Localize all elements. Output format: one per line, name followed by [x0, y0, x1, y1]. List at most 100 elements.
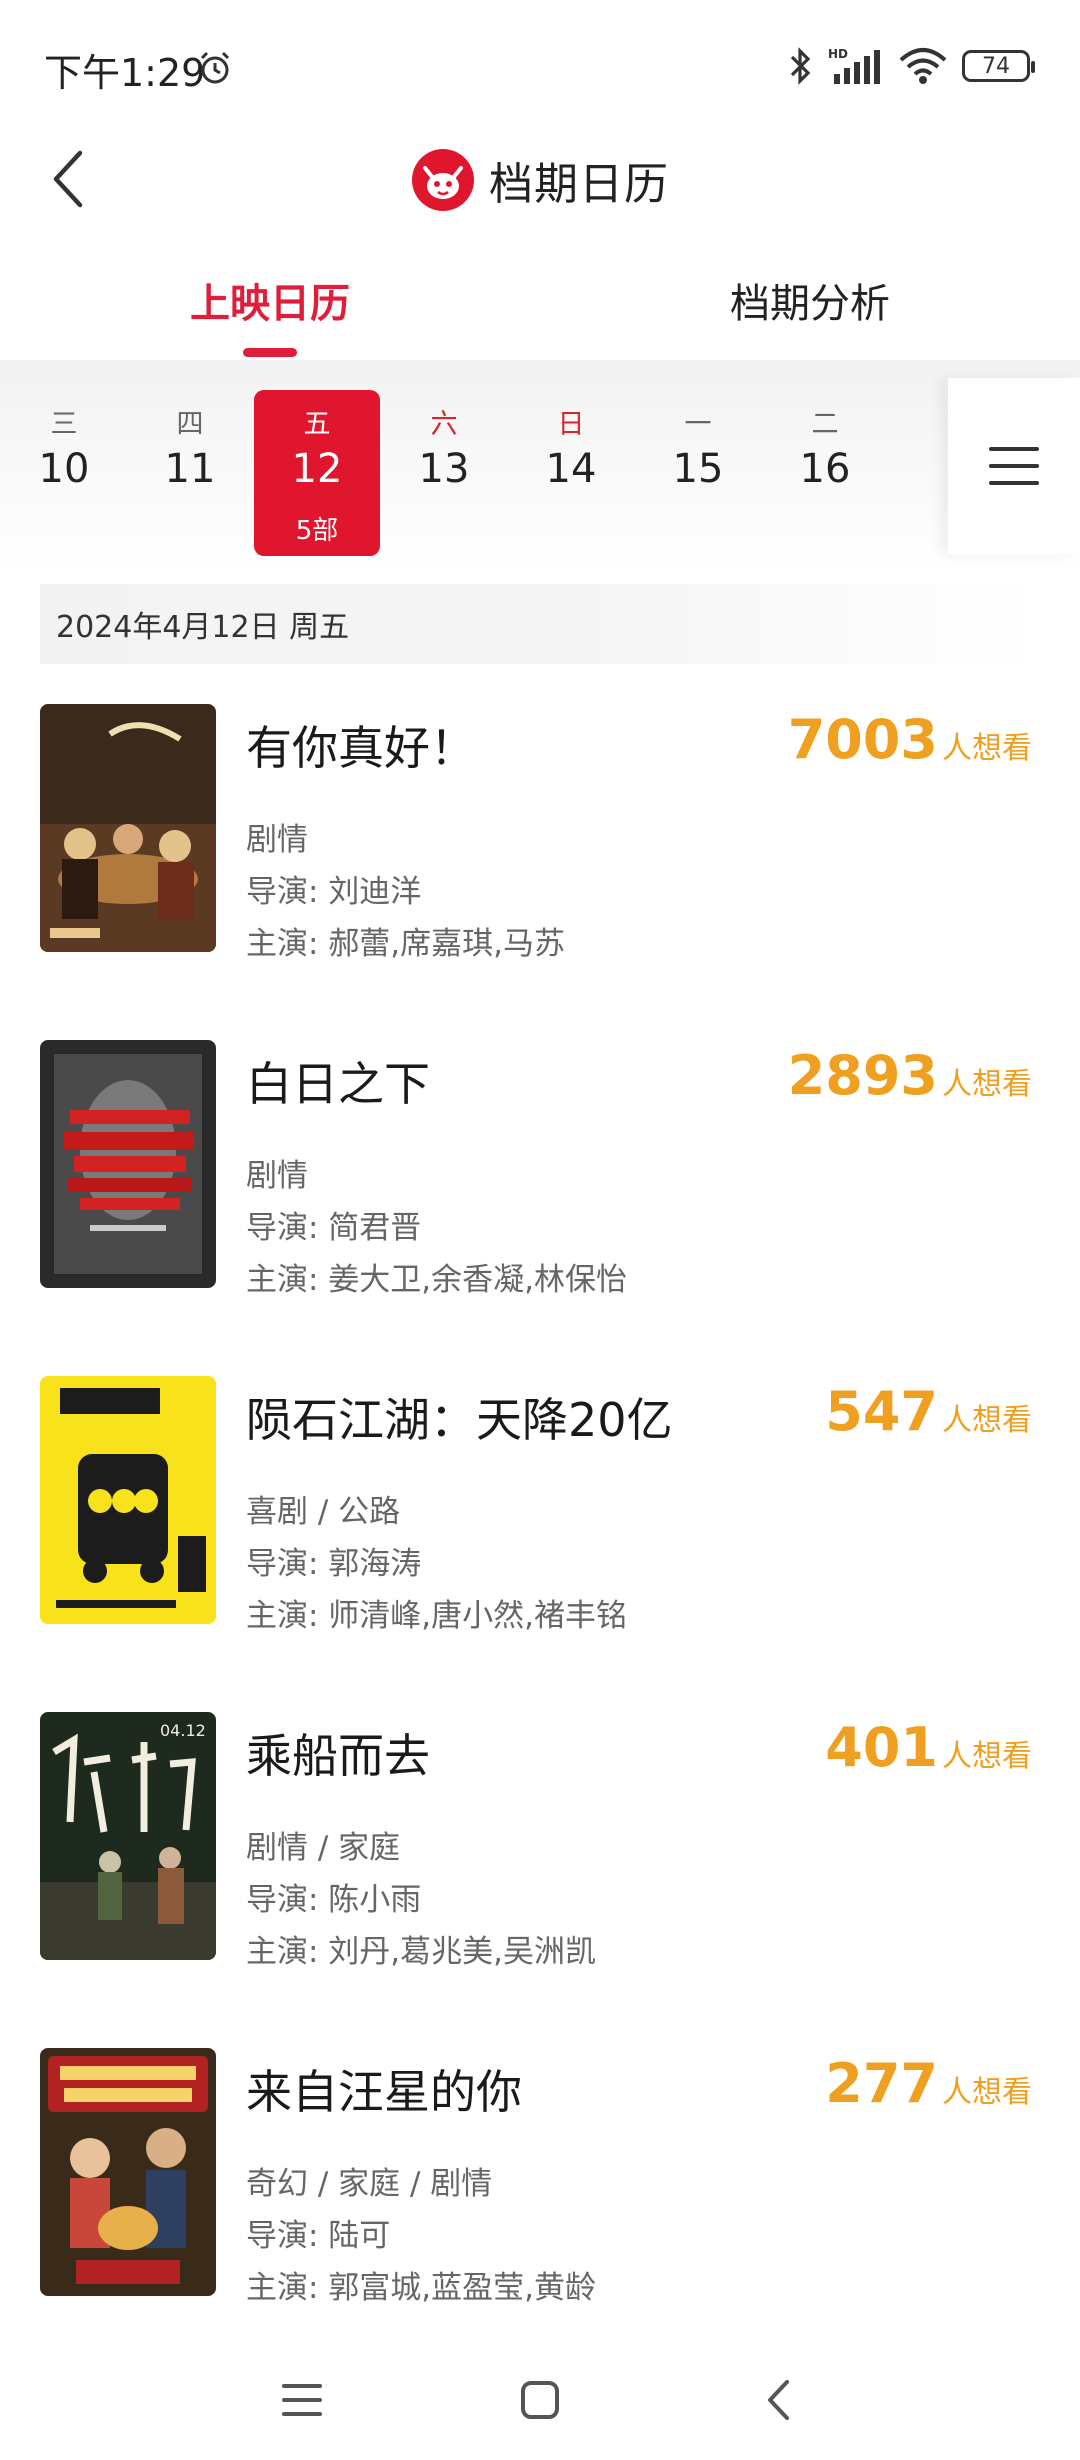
movie-director: 导演: 陆可: [246, 2218, 391, 2254]
day-date: 10: [38, 446, 90, 492]
movie-genre: 奇幻 / 家庭 / 剧情: [246, 2166, 493, 2202]
status-icons: HD 74: [788, 44, 1035, 88]
want-to-watch: 401 人想看: [825, 1716, 1032, 1779]
svg-text:HD: HD: [828, 47, 848, 61]
want-to-watch: 277 人想看: [825, 2052, 1032, 2115]
status-bar: 下午1:29 HD 74: [0, 0, 1080, 130]
want-to-watch: 7003 人想看: [788, 708, 1032, 771]
movie-director: 导演: 郭海涛: [246, 1546, 422, 1582]
movie-genre: 剧情: [246, 1158, 308, 1194]
selected-date-label: 2024年4月12日 周五: [56, 610, 350, 645]
day-weekday: 四: [176, 409, 204, 440]
want-count: 2893: [787, 1044, 938, 1107]
movie-item[interactable]: 来自汪星的你 277 人想看 奇幻 / 家庭 / 剧情 导演: 陆可 主演: 郭…: [40, 2048, 1040, 2306]
want-label: 人想看: [942, 1403, 1032, 1438]
poster-image: [40, 1376, 216, 1624]
day-10[interactable]: 三 10: [1, 390, 127, 556]
want-count: 401: [825, 1716, 938, 1779]
movie-title: 来自汪星的你: [246, 2065, 522, 2119]
movie-title: 乘船而去: [246, 1729, 430, 1783]
tab-release-calendar[interactable]: 上映日历: [70, 240, 470, 360]
movie-cast: 主演: 郭富城,蓝盈莹,黄龄: [246, 2270, 597, 2306]
movie-genre: 剧情: [246, 822, 308, 858]
movie-director: 导演: 刘迪洋: [246, 874, 422, 910]
want-count: 277: [825, 2052, 938, 2115]
tab-bar: 上映日历 档期分析: [0, 240, 1080, 360]
movie-poster[interactable]: [40, 2048, 216, 2296]
movie-item[interactable]: 白日之下 2893 人想看 剧情 导演: 简君晋 主演: 姜大卫,余香凝,林保怡: [40, 1040, 1040, 1298]
tab-schedule-analysis[interactable]: 档期分析: [610, 240, 1010, 360]
selected-date-banner: 2024年4月12日 周五: [40, 584, 1040, 664]
want-to-watch: 547 人想看: [825, 1380, 1032, 1443]
movie-item[interactable]: 有你真好！ 7003 人想看 剧情 导演: 刘迪洋 主演: 郝蕾,席嘉琪,马苏: [40, 704, 1040, 962]
poster-image: [40, 2048, 216, 2296]
day-weekday: 一: [684, 409, 712, 440]
movie-cast: 主演: 刘丹,葛兆美,吴洲凯: [246, 1934, 597, 1970]
day-date: 16: [799, 446, 851, 492]
want-label: 人想看: [942, 1739, 1032, 1774]
header-title-group: 档期日历: [0, 130, 1080, 230]
movie-item[interactable]: 陨石江湖：天降20亿 547 人想看 喜剧 / 公路 导演: 郭海涛 主演: 师…: [40, 1376, 1040, 1634]
movie-genre: 剧情 / 家庭: [246, 1830, 401, 1866]
want-count: 7003: [787, 708, 938, 771]
movie-poster[interactable]: [40, 1376, 216, 1624]
movie-genre: 喜剧 / 公路: [246, 1494, 401, 1530]
movie-item[interactable]: 04.12 乘船而去 401 人想看 剧情 / 家庭 导演: 陈小雨 主演: 刘…: [40, 1712, 1040, 1970]
day-weekday: 五: [303, 409, 331, 440]
movie-poster[interactable]: [40, 704, 216, 952]
movie-title: 陨石江湖：天降20亿: [246, 1393, 673, 1447]
day-13[interactable]: 六 13: [381, 390, 507, 556]
signal-icon: HD: [828, 47, 880, 84]
poster-image: [40, 1040, 216, 1288]
header: 档期日历: [0, 130, 1080, 230]
battery-indicator: 74: [962, 50, 1035, 82]
day-date: 15: [672, 446, 724, 492]
movie-title: 白日之下: [246, 1057, 430, 1111]
day-weekday: 二: [811, 409, 839, 440]
want-label: 人想看: [942, 1067, 1032, 1102]
home-button[interactable]: [500, 2360, 580, 2440]
alarm-icon: [200, 51, 230, 84]
day-date: 12: [291, 446, 343, 492]
day-weekday: 日: [557, 409, 585, 440]
menu-icon: [989, 447, 1039, 485]
nav-back-button[interactable]: [738, 2360, 818, 2440]
recents-button[interactable]: [262, 2360, 342, 2440]
want-to-watch: 2893 人想看: [788, 1044, 1032, 1107]
tab-active-indicator: [243, 348, 297, 357]
day-15[interactable]: 一 15: [635, 390, 761, 556]
wifi-icon: [899, 48, 947, 84]
want-count: 547: [825, 1380, 938, 1443]
day-weekday: 六: [430, 409, 458, 440]
nav-back-icon: [768, 2380, 789, 2420]
want-label: 人想看: [942, 731, 1032, 766]
movie-director: 导演: 陈小雨: [246, 1882, 422, 1918]
day-14[interactable]: 日 14: [508, 390, 634, 556]
day-date: 14: [545, 446, 597, 492]
poster-image: 04.12: [40, 1712, 216, 1960]
day-date: 13: [418, 446, 470, 492]
movie-poster[interactable]: [40, 1040, 216, 1288]
movie-director: 导演: 简君晋: [246, 1210, 422, 1246]
system-nav-bar: [0, 2340, 1080, 2460]
day-date: 11: [164, 446, 216, 492]
movie-poster[interactable]: 04.12: [40, 1712, 216, 1960]
movie-title: 有你真好！: [246, 721, 476, 775]
want-label: 人想看: [942, 2075, 1032, 2110]
svg-text:04.12: 04.12: [160, 1721, 206, 1740]
day-12-selected[interactable]: 五 12 5部: [254, 390, 380, 556]
cat-logo-icon: [412, 149, 474, 211]
day-movie-count: 5部: [295, 516, 339, 546]
movie-cast: 主演: 姜大卫,余香凝,林保怡: [246, 1262, 628, 1298]
recents-icon: [282, 2384, 322, 2416]
calendar-menu-button[interactable]: [948, 378, 1080, 554]
day-11[interactable]: 四 11: [127, 390, 253, 556]
movie-cast: 主演: 师清峰,唐小然,褚丰铭: [246, 1598, 628, 1634]
day-weekday: 三: [50, 409, 78, 440]
movie-cast: 主演: 郝蕾,席嘉琪,马苏: [246, 926, 566, 962]
poster-image: [40, 704, 216, 952]
day-16[interactable]: 二 16: [762, 390, 888, 556]
page-title: 档期日历: [489, 159, 669, 210]
status-time: 下午1:29: [44, 51, 206, 95]
date-strip: 三 10 四 11 五 12 5部 六 13 日 14 一 15 二 16: [0, 360, 1080, 570]
